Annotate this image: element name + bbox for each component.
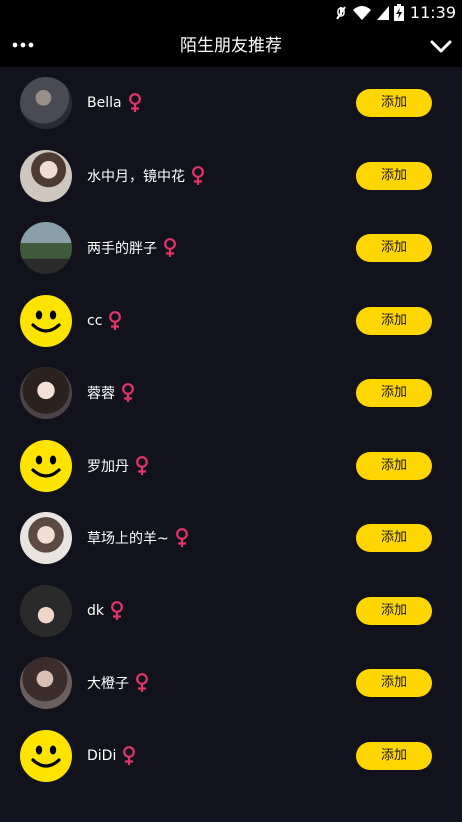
add-friend-button[interactable]: 添加 <box>356 89 432 117</box>
friend-row[interactable]: cc 添加 <box>0 285 462 358</box>
smiley-avatar[interactable] <box>20 729 72 782</box>
mute-icon <box>336 5 346 20</box>
status-icons <box>334 3 404 22</box>
add-friend-button[interactable]: 添加 <box>356 669 432 697</box>
female-gender-icon <box>109 310 122 330</box>
female-gender-icon <box>111 600 123 620</box>
add-friend-button[interactable]: 添加 <box>356 741 432 770</box>
friend-row[interactable]: Bella 添加 <box>0 67 462 140</box>
female-gender-icon <box>123 745 136 765</box>
friend-name: dk <box>87 602 104 619</box>
friend-name-wrap: 两手的胖子 <box>87 212 177 284</box>
female-gender-icon <box>164 238 176 257</box>
friend-name: Bella <box>87 95 122 111</box>
smiley-avatar[interactable] <box>20 294 72 347</box>
friend-name: 罗加丹 <box>87 458 129 475</box>
friend-name-wrap: 罗加丹 <box>87 430 149 502</box>
battery-charging-icon <box>394 4 404 21</box>
add-friend-button[interactable]: 添加 <box>356 161 432 190</box>
female-gender-icon <box>175 528 188 547</box>
avatar[interactable] <box>20 149 72 202</box>
friend-row[interactable]: 罗加丹 添加 <box>0 430 462 503</box>
avatar[interactable] <box>20 512 72 564</box>
friend-name-wrap: 草场上的羊~ <box>87 502 189 574</box>
friend-name-wrap: dk <box>87 575 124 647</box>
avatar[interactable] <box>20 367 72 419</box>
friend-name: 大橙子 <box>87 676 129 692</box>
add-friend-button[interactable]: 添加 <box>356 596 432 625</box>
friend-name-wrap: DiDi <box>87 720 136 792</box>
signal-icon <box>377 5 389 20</box>
friend-name-wrap: cc <box>87 285 122 357</box>
friend-name: cc <box>87 312 103 329</box>
friend-row[interactable]: dk 添加 <box>0 575 462 648</box>
friend-name: DiDi <box>87 747 117 764</box>
friend-row[interactable]: 水中月，镜中花 添加 <box>0 140 462 213</box>
avatar[interactable] <box>20 584 72 637</box>
add-friend-button[interactable]: 添加 <box>356 306 432 335</box>
chevron-down-icon[interactable] <box>430 35 452 57</box>
smiley-avatar[interactable] <box>20 439 72 492</box>
stranger-friend-list: Bella 添加 水中月，镜中花 添加 两手的胖子 添加 cc 添加 蓉蓉 添加 罗加丹 添加 草场上的… <box>0 67 462 822</box>
friend-name: 草场上的羊~ <box>87 531 169 547</box>
friend-row[interactable]: DiDi 添加 <box>0 720 462 793</box>
friend-name-wrap: Bella <box>87 67 142 139</box>
status-bar: 11:39 <box>0 0 462 25</box>
friend-row[interactable]: 两手的胖子 添加 <box>0 212 462 285</box>
friend-name-wrap: 蓉蓉 <box>87 357 135 429</box>
female-gender-icon <box>136 673 148 692</box>
avatar[interactable] <box>20 77 72 129</box>
female-gender-icon <box>192 165 204 185</box>
smiley-face-icon <box>31 310 61 333</box>
friend-row[interactable]: 大橙子 添加 <box>0 647 462 720</box>
female-gender-icon <box>136 455 148 475</box>
add-friend-button[interactable]: 添加 <box>356 451 432 480</box>
status-time: 11:39 <box>409 3 456 22</box>
add-friend-button[interactable]: 添加 <box>356 234 432 262</box>
friend-name-wrap: 水中月，镜中花 <box>87 140 205 212</box>
friend-name: 水中月，镜中花 <box>87 168 185 185</box>
avatar[interactable] <box>20 222 72 274</box>
top-bar: 陌生朋友推荐 <box>0 25 462 67</box>
friend-row[interactable]: 蓉蓉 添加 <box>0 357 462 430</box>
friend-row[interactable]: 草场上的羊~ 添加 <box>0 502 462 575</box>
friend-name-wrap: 大橙子 <box>87 647 149 719</box>
smiley-face-icon <box>31 745 61 768</box>
page-title: 陌生朋友推荐 <box>180 36 282 56</box>
female-gender-icon <box>128 93 141 112</box>
friend-name: 两手的胖子 <box>87 241 157 257</box>
avatar[interactable] <box>20 657 72 709</box>
wifi-icon <box>353 5 371 20</box>
female-gender-icon <box>122 383 134 402</box>
add-friend-button[interactable]: 添加 <box>356 379 432 407</box>
add-friend-button[interactable]: 添加 <box>356 524 432 552</box>
friend-name: 蓉蓉 <box>87 386 115 402</box>
smiley-face-icon <box>31 455 61 478</box>
